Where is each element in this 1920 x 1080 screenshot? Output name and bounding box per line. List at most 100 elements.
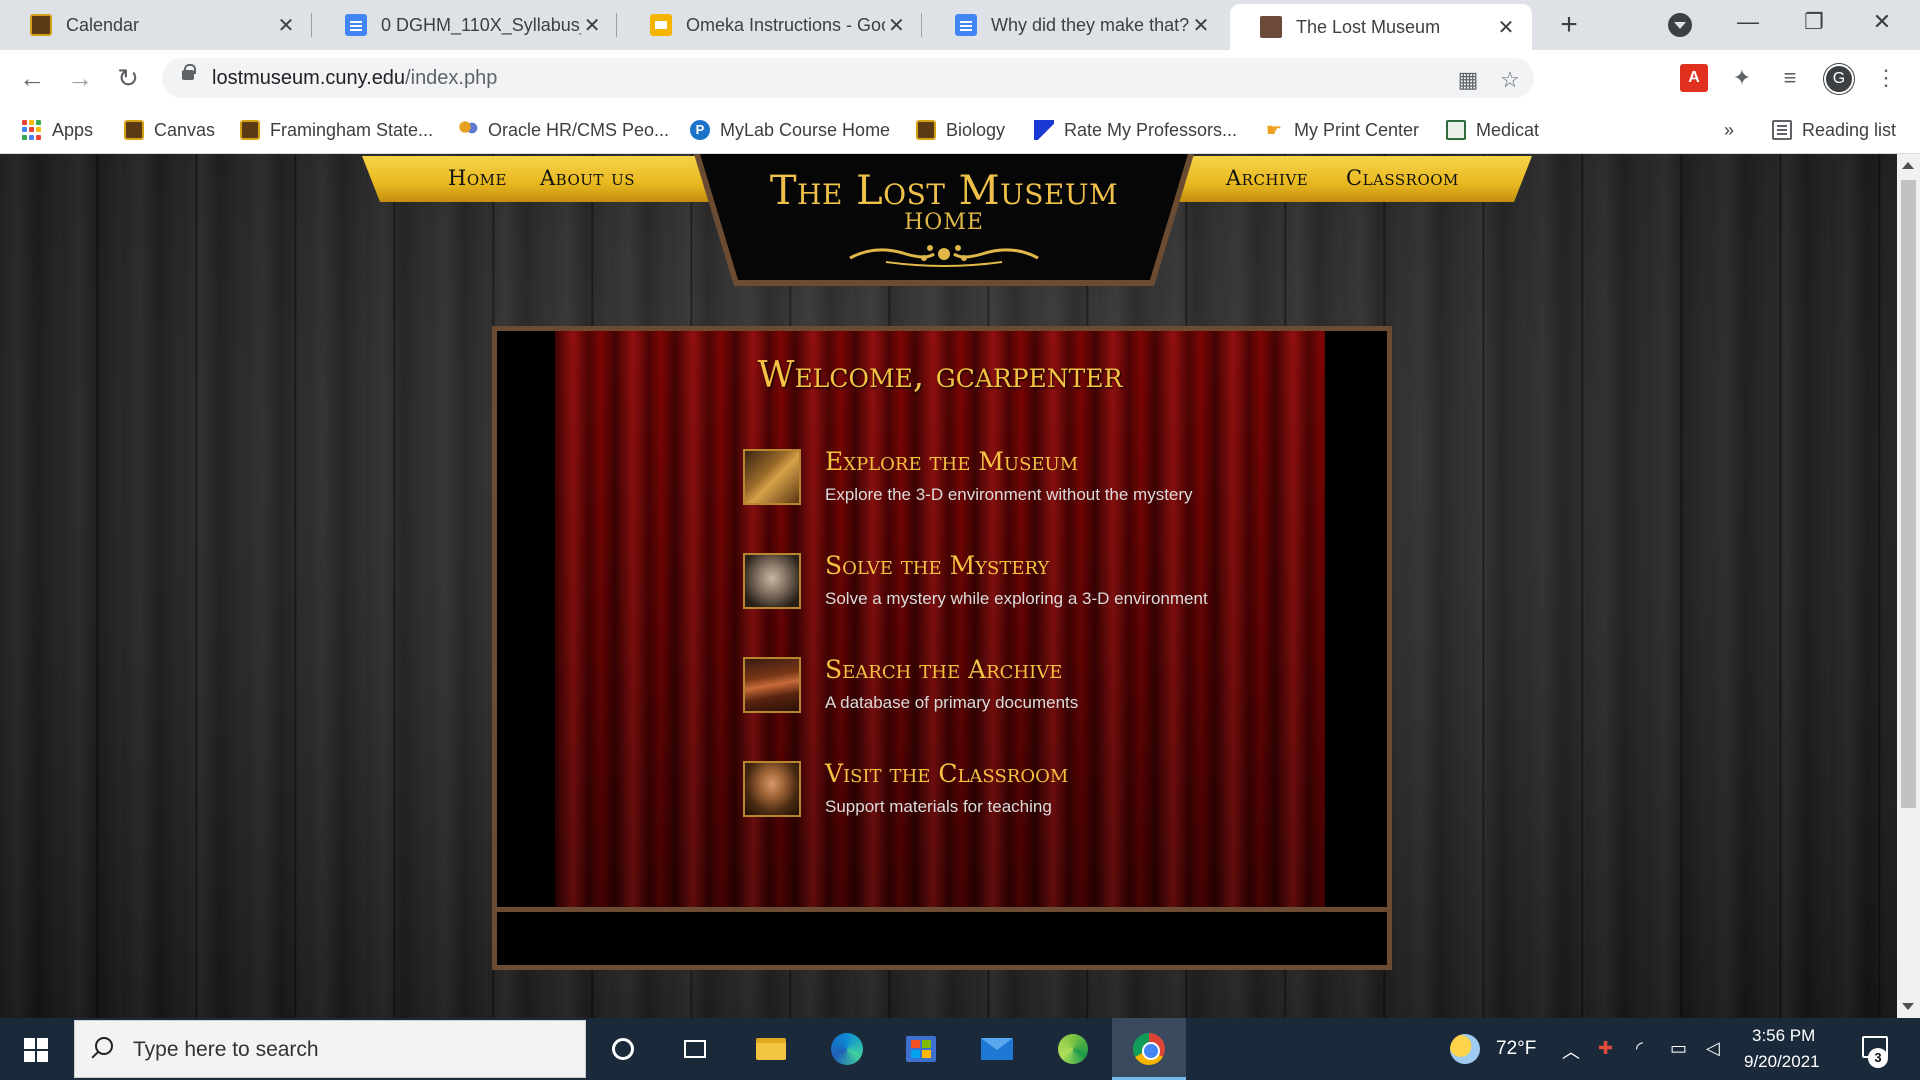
close-icon[interactable]: ✕ <box>1494 15 1518 40</box>
bookmark-framingham[interactable]: Framingham State... <box>240 116 433 144</box>
fsu-crest-icon <box>30 14 52 36</box>
minimize-button[interactable]: — <box>1716 0 1780 44</box>
mail-button[interactable] <box>974 1026 1020 1072</box>
bookmark-canvas[interactable]: Canvas <box>124 116 215 144</box>
edge-button[interactable] <box>824 1026 870 1072</box>
bookmark-label: Apps <box>52 119 94 140</box>
welcome-heading: Welcome, gcarpenter <box>757 355 1123 396</box>
frame-divider <box>497 907 1387 912</box>
bookmark-medicat[interactable]: Medicat <box>1446 116 1539 144</box>
bookmark-label: Framingham State... <box>270 119 434 140</box>
acrobat-extension-icon[interactable]: A <box>1680 64 1708 92</box>
lost-museum-icon <box>1260 16 1282 38</box>
nav-home-link[interactable]: Home <box>448 166 507 190</box>
tab-separator <box>616 13 617 37</box>
reading-list-icon <box>1772 120 1792 140</box>
tray-chevron-icon[interactable]: ︿ <box>1562 1038 1580 1064</box>
tab-why[interactable]: Why did they make that? ✕ <box>925 0 1227 50</box>
nav-about-link[interactable]: About us <box>540 166 635 190</box>
scroll-thumb[interactable] <box>1901 180 1916 808</box>
window-close-button[interactable]: ✕ <box>1850 0 1914 44</box>
profile-avatar[interactable]: G <box>1824 64 1854 94</box>
site-logo-title[interactable]: The Lost Museum <box>700 168 1188 214</box>
menu-item-classroom[interactable]: Visit the Classroom Support materials fo… <box>743 757 1263 823</box>
scroll-down-icon[interactable] <box>1902 1003 1914 1010</box>
taskbar-search-box[interactable]: Type here to search <box>74 1020 586 1078</box>
people-icon <box>458 120 478 140</box>
restore-button[interactable]: ❐ <box>1782 0 1846 44</box>
menu-item-desc: Solve a mystery while exploring a 3-D en… <box>825 589 1208 608</box>
forward-arrow-icon[interactable]: → <box>64 62 96 94</box>
chrome-button[interactable] <box>1126 1026 1172 1072</box>
new-tab-button[interactable]: + <box>1552 8 1586 42</box>
url-text[interactable]: lostmuseum.cuny.edu/index.php <box>212 67 497 90</box>
bookmarks-overflow-button[interactable]: » <box>1724 116 1734 144</box>
photo-app-button[interactable] <box>1050 1026 1096 1072</box>
tray-gift-icon[interactable]: ✚ <box>1598 1038 1613 1059</box>
reading-list-button[interactable]: Reading list <box>1772 116 1896 144</box>
notification-count-badge: 3 <box>1868 1048 1888 1068</box>
bookmark-biology[interactable]: Biology <box>916 116 1005 144</box>
url-host: lostmuseum.cuny.edu <box>212 67 406 89</box>
folder-icon <box>756 1038 786 1060</box>
bookmark-apps[interactable]: Apps <box>22 116 93 144</box>
menu-item-title[interactable]: Search the Archive <box>825 655 1062 684</box>
bookmark-mylab[interactable]: P MyLab Course Home <box>690 116 890 144</box>
temperature[interactable]: 72°F <box>1496 1038 1536 1060</box>
mystery-face-thumb[interactable] <box>743 553 801 609</box>
more-menu-icon[interactable]: ⋮ <box>1872 64 1900 92</box>
close-icon[interactable]: ✕ <box>274 13 298 38</box>
menu-item-explore[interactable]: Explore the Museum Explore the 3-D envir… <box>743 445 1263 511</box>
close-icon[interactable]: ✕ <box>581 13 603 38</box>
bookmark-star-icon[interactable]: ☆ <box>1498 68 1522 92</box>
bookmark-label: MyLab Course Home <box>720 119 891 140</box>
cortana-button[interactable] <box>600 1026 646 1072</box>
close-icon[interactable]: ✕ <box>885 13 908 38</box>
bookmark-label: Canvas <box>154 119 216 140</box>
tab-syllabus[interactable]: 0 DGHM_110X_Syllabus_F ✕ <box>315 0 617 50</box>
tab-calendar[interactable]: Calendar ✕ <box>0 0 312 50</box>
bookmark-print[interactable]: ☛ My Print Center <box>1264 116 1419 144</box>
nav-classroom-link[interactable]: Classroom <box>1346 166 1459 190</box>
tab-lost-museum[interactable]: The Lost Museum ✕ <box>1230 4 1532 50</box>
store-icon <box>906 1036 936 1062</box>
menu-item-title[interactable]: Solve the Mystery <box>825 551 1049 580</box>
tab-strip: Calendar ✕ 0 DGHM_110X_Syllabus_F ✕ Omek… <box>0 0 1920 50</box>
menu-item-archive[interactable]: Search the Archive A database of primary… <box>743 653 1263 719</box>
museum-interior-thumb[interactable] <box>743 449 801 505</box>
cortana-icon <box>612 1038 634 1060</box>
menu-item-title[interactable]: Explore the Museum <box>825 447 1078 476</box>
tab-omeka[interactable]: Omeka Instructions - Goo ✕ <box>620 0 922 50</box>
battery-icon[interactable]: ▭ <box>1670 1038 1687 1059</box>
nav-archive-link[interactable]: Archive <box>1226 166 1308 190</box>
qr-code-icon[interactable]: ▦ <box>1456 68 1480 92</box>
classroom-portrait-thumb[interactable] <box>743 761 801 817</box>
archive-drawer-thumb[interactable] <box>743 657 801 713</box>
extensions-puzzle-icon[interactable]: ✦ <box>1728 64 1756 92</box>
windows-start-icon[interactable] <box>24 1038 48 1062</box>
photo-app-icon <box>1058 1034 1088 1064</box>
store-button[interactable] <box>898 1026 944 1072</box>
media-controls-icon[interactable]: ≡ <box>1776 64 1804 92</box>
menu-item-mystery[interactable]: Solve the Mystery Solve a mystery while … <box>743 549 1263 615</box>
clock-date[interactable]: 9/20/2021 <box>1744 1052 1820 1072</box>
file-explorer-button[interactable] <box>748 1026 794 1072</box>
volume-icon[interactable]: ◁ <box>1706 1038 1720 1059</box>
close-icon[interactable]: ✕ <box>1189 13 1213 38</box>
menu-item-title[interactable]: Visit the Classroom <box>825 759 1068 788</box>
clock-time[interactable]: 3:56 PM <box>1752 1026 1815 1046</box>
tab-separator <box>921 13 922 37</box>
weather-icon[interactable] <box>1450 1034 1480 1064</box>
task-view-button[interactable] <box>672 1026 718 1072</box>
bookmark-oracle[interactable]: Oracle HR/CMS Peo... <box>458 116 669 144</box>
tab-search-icon[interactable] <box>1668 13 1692 37</box>
page-scrollbar[interactable] <box>1897 154 1920 1018</box>
wifi-icon[interactable]: ◜ <box>1636 1038 1643 1059</box>
address-bar[interactable]: lostmuseum.cuny.edu/index.php ▦ ☆ <box>162 58 1534 98</box>
bookmark-rmp[interactable]: Rate My Professors... <box>1034 116 1237 144</box>
scroll-up-icon[interactable] <box>1902 162 1914 169</box>
lock-icon[interactable] <box>182 64 196 80</box>
back-arrow-icon[interactable]: ← <box>16 62 48 94</box>
reload-icon[interactable]: ↻ <box>112 62 144 94</box>
flag-icon <box>1034 120 1054 140</box>
